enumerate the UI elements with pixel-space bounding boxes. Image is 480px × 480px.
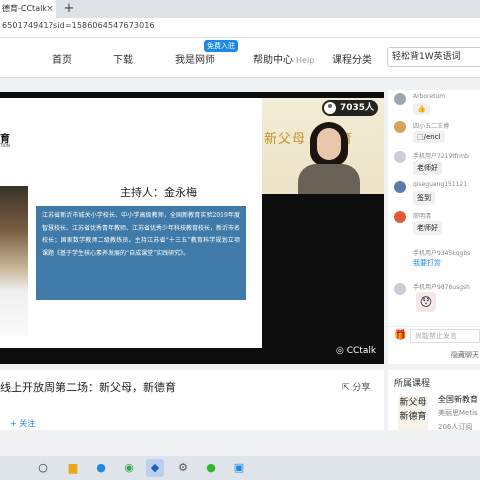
course-author: 美丽思Metis bbox=[438, 409, 478, 417]
chat-username: 手机用户9345kqgbs bbox=[413, 250, 471, 257]
cctalk-brand: CCtalk bbox=[346, 346, 377, 356]
chat-message: Arboretum 👍 bbox=[388, 92, 480, 122]
chat-text: ⬚/encl bbox=[413, 131, 445, 143]
video-player[interactable]: 育 TION 主持人：金永梅 江苏省新沂市城关小学校长、中小学高级教师，全国新教… bbox=[0, 92, 384, 364]
teacher-face bbox=[317, 128, 341, 160]
search-icon[interactable]: ○ bbox=[34, 459, 52, 477]
share-label: 分享 bbox=[352, 383, 371, 393]
avatar bbox=[394, 211, 406, 223]
nav-help-en: Help bbox=[296, 56, 315, 65]
nav-help[interactable]: 帮助中心 Help bbox=[253, 51, 314, 66]
free-join-badge[interactable]: 免费入驻 bbox=[204, 40, 238, 52]
chat-message: 手机用户9876usgsh 😯 bbox=[388, 282, 480, 322]
avatar bbox=[394, 93, 406, 105]
course-panel-title: 所属课程 bbox=[394, 379, 431, 389]
browser-tab[interactable]: 德育-CCtalk × bbox=[0, 0, 56, 18]
chat-panel: Arboretum 👍 四小五二王博 ⬚/encl 手机用户7219tfrmb … bbox=[388, 90, 480, 364]
slide-bio: 江苏省新沂市城关小学校长、中小学高级教师，全国新教育实验2019年度智慧校长、江… bbox=[36, 206, 246, 300]
nav-home[interactable]: 首页 bbox=[52, 51, 72, 66]
search-input[interactable]: 轻松背1W英语词 bbox=[387, 47, 480, 67]
hide-chat-link[interactable]: 隐藏聊天 bbox=[451, 350, 479, 360]
chat-input[interactable]: 尚能禁止发言 bbox=[410, 329, 480, 343]
share-button[interactable]: ⇱ 分享 bbox=[342, 380, 370, 393]
close-icon[interactable]: × bbox=[44, 0, 56, 18]
viewer-count: 7035人 bbox=[340, 103, 375, 113]
course-panel: 所属课程 新父母 新德育 全国新教育 美丽思Metis 206人订阅 bbox=[388, 370, 480, 431]
viewer-count-badge: 7035人 bbox=[322, 100, 379, 116]
chat-input-bar: 🎁 尚能禁止发言 bbox=[388, 326, 480, 344]
wechat-icon[interactable]: ● bbox=[202, 459, 220, 477]
chat-message: 廖明清 老师好 bbox=[388, 210, 480, 240]
video-info: 线上开放周第二场：新父母，新德育 ⇱ 分享 + 关注 bbox=[0, 370, 384, 430]
address-bar[interactable]: 650174941?sid=1586064547673016 bbox=[0, 18, 480, 38]
chat-text: 老师好 bbox=[413, 161, 442, 175]
nav-help-label: 帮助中心 bbox=[253, 55, 293, 66]
new-tab-button[interactable]: + bbox=[62, 0, 76, 18]
avatar bbox=[394, 181, 406, 193]
chrome-icon[interactable]: ◉ bbox=[120, 459, 138, 477]
slide-photo bbox=[0, 186, 28, 336]
chat-text: 签到 bbox=[413, 191, 435, 205]
chat-username: Arboretum bbox=[413, 93, 446, 100]
video-title: 线上开放周第二场：新父母，新德育 bbox=[0, 381, 176, 394]
cctalk-icon[interactable]: ◆ bbox=[146, 459, 164, 477]
gift-text: 我要打赏 bbox=[413, 259, 441, 267]
avatar bbox=[394, 121, 406, 133]
url-text[interactable]: 650174941?sid=1586064547673016 bbox=[2, 21, 155, 30]
teacher-camera: 新父母 新德育 7035人 bbox=[262, 98, 384, 194]
cctalk-logo: ◎ CCtalk bbox=[336, 346, 377, 356]
slide-logo-sub: TION bbox=[0, 143, 10, 148]
search-input-text: 轻松背1W英语词 bbox=[392, 52, 461, 62]
chat-username: 手机用户7219tfrmb bbox=[413, 153, 469, 160]
follow-button[interactable]: + 关注 bbox=[10, 418, 35, 429]
folder-icon[interactable]: ▆ bbox=[64, 459, 82, 477]
avatar bbox=[394, 283, 406, 295]
edge-icon[interactable]: ● bbox=[92, 459, 110, 477]
site-nav: 首页 下载 我是网师 免费入驻 帮助中心 Help 课程分类 轻松背1W英语词 bbox=[0, 38, 480, 78]
settings-icon[interactable]: ⚙ bbox=[174, 459, 192, 477]
presentation-slide: 育 TION 主持人：金永梅 江苏省新沂市城关小学校长、中小学高级教师，全国新教… bbox=[0, 98, 262, 348]
share-icon: ⇱ bbox=[342, 383, 353, 393]
user-icon bbox=[324, 102, 336, 114]
chat-message: 手机用户7219tfrmb 老师好 bbox=[388, 150, 480, 180]
chat-text: 老师好 bbox=[413, 221, 442, 235]
window-icon[interactable]: ▣ bbox=[230, 459, 248, 477]
gift-icon[interactable]: 🎁 bbox=[394, 330, 406, 341]
chat-message: qiseguang151121 签到 bbox=[388, 180, 480, 210]
teacher-body bbox=[298, 164, 360, 194]
sticker-icon: 😯 bbox=[416, 292, 436, 312]
chat-message: 四小五二王博 ⬚/encl bbox=[388, 120, 480, 150]
slide-host-line: 主持人：金永梅 bbox=[120, 186, 197, 199]
browser-tab-bar: 德育-CCtalk × + bbox=[0, 0, 480, 18]
nav-teacher[interactable]: 我是网师 bbox=[175, 51, 215, 66]
course-name[interactable]: 全国新教育 bbox=[438, 394, 478, 405]
nav-download[interactable]: 下载 bbox=[113, 51, 133, 66]
course-subscribers: 206人订阅 bbox=[438, 423, 473, 431]
chat-username: qiseguang151121 bbox=[413, 181, 468, 188]
chat-gift-message: 手机用户9345kqgbs 我要打赏 bbox=[388, 248, 480, 278]
course-thumbnail[interactable]: 新父母 新德育 bbox=[398, 396, 428, 430]
chat-text: 👍 bbox=[413, 103, 430, 115]
avatar bbox=[394, 151, 406, 163]
chat-username: 手机用户9876usgsh bbox=[413, 284, 470, 291]
nav-course-category[interactable]: 课程分类 bbox=[332, 51, 372, 66]
taskbar: ○ ▆ ● ◉ ◆ ⚙ ● ▣ bbox=[0, 456, 480, 480]
chat-username: 四小五二王博 bbox=[413, 123, 450, 130]
chat-username: 廖明清 bbox=[413, 213, 432, 220]
browser-tab-title: 德育-CCtalk bbox=[2, 4, 47, 13]
